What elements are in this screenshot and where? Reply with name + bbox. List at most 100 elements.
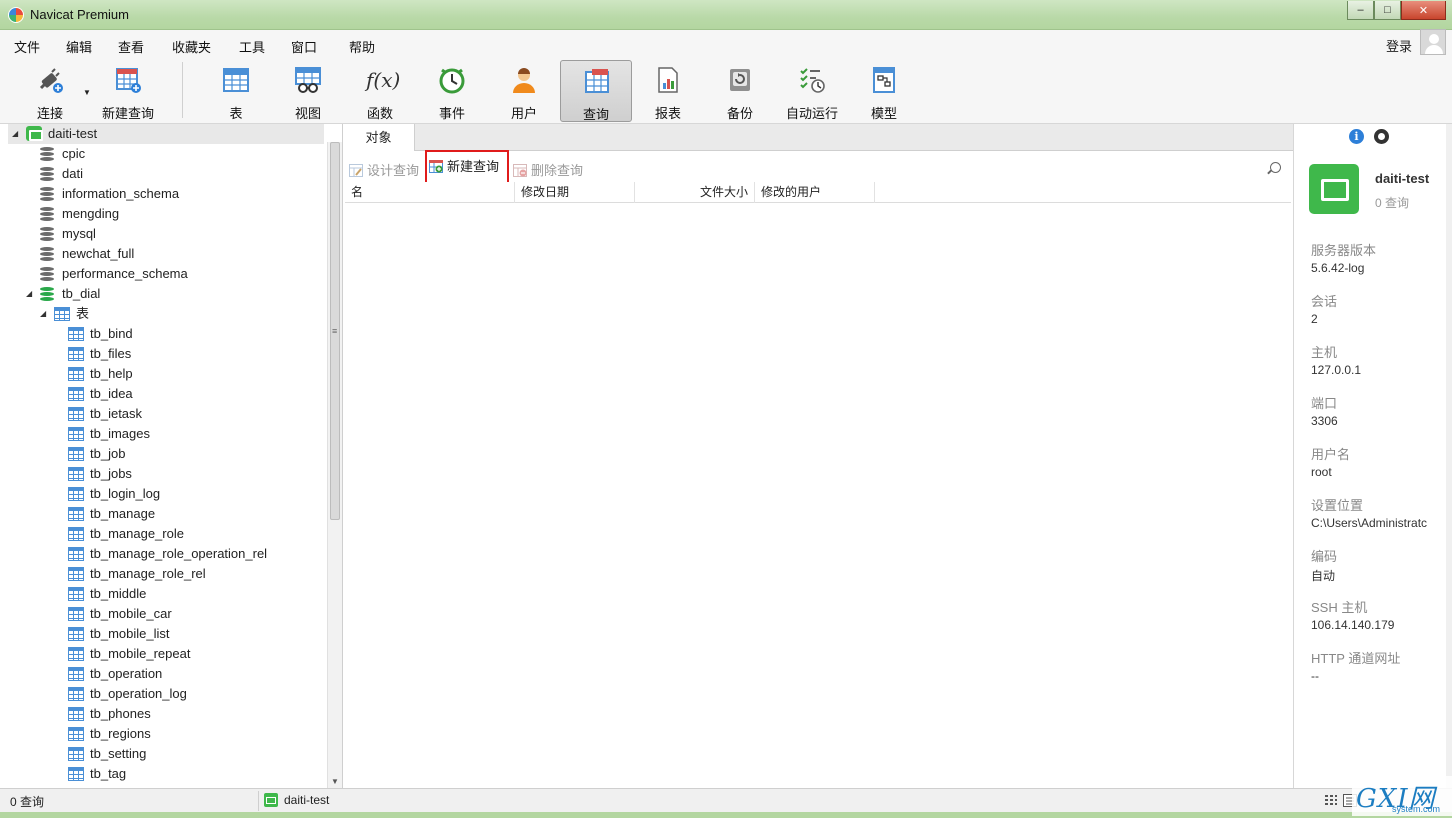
table-icon [68, 687, 84, 701]
collapse-icon[interactable]: ◢ [26, 284, 32, 304]
tree-table-label: tb_mobile_car [90, 606, 172, 621]
tree-table-item[interactable]: tb_help [68, 364, 320, 384]
object-list[interactable] [345, 204, 1291, 788]
tree-table-item[interactable]: tb_mobile_list [68, 624, 320, 644]
watermark-logo: GXI网 system.com [1352, 776, 1452, 816]
tree-table-item[interactable]: tb_idea [68, 384, 320, 404]
tree-table-item[interactable]: tb_job [68, 444, 320, 464]
toolbar-model-button[interactable]: 模型 [848, 60, 920, 122]
menu-window[interactable]: 窗口 [291, 37, 317, 56]
collapse-icon[interactable]: ◢ [40, 304, 46, 324]
tree-connection-label: daiti-test [48, 126, 98, 141]
tree-table-item[interactable]: tb_setting [68, 744, 320, 764]
info-scrollbar[interactable] [1446, 124, 1452, 788]
design-query-button[interactable]: 设计查询 [347, 161, 419, 181]
toolbar-new-query-button[interactable]: 新建查询 [92, 60, 164, 122]
tree-table-item[interactable]: tb_manage_role [68, 524, 320, 544]
tree-table-item[interactable]: tb_images [68, 424, 320, 444]
table-icon [68, 487, 84, 501]
tree-table-label: tb_mobile_repeat [90, 646, 191, 661]
menu-help[interactable]: 帮助 [349, 37, 375, 56]
login-link[interactable]: 登录 [1386, 36, 1412, 55]
tree-table-item[interactable]: tb_ietask [68, 404, 320, 424]
table-icon [68, 547, 84, 561]
toolbar-user-button[interactable]: 用户 [488, 60, 560, 122]
tree-table-label: tb_manage_role_operation_rel [90, 546, 268, 561]
tree-table-item[interactable]: tb_regions [68, 724, 320, 744]
info-property-value: 127.0.0.1 [1311, 363, 1362, 377]
tree-database[interactable]: mengding [40, 204, 320, 224]
watermark-subtext: system.com [1392, 804, 1441, 814]
tree-connection[interactable]: ◢ daiti-test [8, 124, 324, 144]
column-name[interactable]: 名 [345, 182, 515, 203]
tree-table-item[interactable]: tb_files [68, 344, 320, 364]
table-icon [68, 767, 84, 781]
info-property-value: root [1311, 465, 1332, 479]
toolbar-view-button[interactable]: 视图 [272, 60, 344, 122]
toolbar-function-button[interactable]: f(x) 函数 [344, 60, 416, 122]
toolbar-query-button[interactable]: 查询 [560, 60, 632, 122]
column-file-size[interactable]: 文件大小 [635, 182, 755, 203]
table-icon [68, 387, 84, 401]
toolbar-table-button[interactable]: 表 [200, 60, 272, 122]
tree-table-item[interactable]: tb_middle [68, 584, 320, 604]
column-modified-user[interactable]: 修改的用户 [755, 182, 875, 203]
minimize-button[interactable]: – [1347, 1, 1374, 20]
info-icon[interactable]: i [1349, 129, 1364, 144]
tree-table-item[interactable]: tb_mobile_car [68, 604, 320, 624]
toolbar-connect-button[interactable]: 连接 [14, 60, 86, 122]
tree-table-item[interactable]: tb_manage_role_rel [68, 564, 320, 584]
tree-table-item[interactable]: tb_jobs [68, 464, 320, 484]
preview-icon[interactable] [1374, 129, 1389, 144]
info-panel: i daiti-test 0 查询 服务器版本 5.6.42-log 会话 2 主机 12… [1293, 124, 1452, 788]
menu-favorites[interactable]: 收藏夹 [172, 37, 211, 56]
toolbar-schedule-button[interactable]: 自动运行 [776, 60, 848, 122]
grid-view-icon[interactable] [1324, 794, 1338, 807]
tree-tables-node[interactable]: ◢ 表 [40, 304, 320, 324]
menu-tools[interactable]: 工具 [239, 37, 265, 56]
toolbar-separator [182, 62, 183, 118]
table-icon [68, 407, 84, 421]
tree-table-item[interactable]: tb_bind [68, 324, 320, 344]
tree-database-open[interactable]: ◢ tb_dial [26, 284, 320, 304]
table-icon [68, 587, 84, 601]
tree-database[interactable]: information_schema [40, 184, 320, 204]
tree-table-item[interactable]: tb_manage [68, 504, 320, 524]
menu-view[interactable]: 查看 [118, 37, 144, 56]
search-icon[interactable] [1270, 162, 1281, 173]
new-query-button[interactable]: 新建查询 [425, 150, 509, 184]
tree-scrollbar[interactable]: ≡ ▼ [327, 142, 342, 788]
delete-query-button[interactable]: 删除查询 [511, 161, 583, 181]
menu-file[interactable]: 文件 [14, 37, 40, 56]
connect-dropdown-icon[interactable]: ▼ [83, 88, 91, 97]
tree-database[interactable]: newchat_full [40, 244, 320, 264]
navicat-logo-icon [8, 7, 24, 23]
tree-table-item[interactable]: tb_login_log [68, 484, 320, 504]
toolbar-backup-label: 备份 [726, 106, 753, 121]
tree-table-item[interactable]: tb_tag [68, 764, 320, 784]
toolbar-report-button[interactable]: 报表 [632, 60, 704, 122]
tree-table-item[interactable]: tb_mobile_repeat [68, 644, 320, 664]
status-connection-icon [264, 793, 278, 807]
collapse-icon[interactable]: ◢ [12, 124, 18, 144]
table-icon [68, 427, 84, 441]
tree-table-item[interactable]: tb_operation [68, 664, 320, 684]
scroll-down-icon[interactable]: ▼ [331, 777, 339, 786]
toolbar-backup-button[interactable]: 备份 [704, 60, 776, 122]
user-avatar-icon[interactable] [1420, 29, 1446, 55]
maximize-button[interactable]: □ [1374, 1, 1401, 20]
menu-edit[interactable]: 编辑 [66, 37, 92, 56]
tree-table-item[interactable]: tb_phones [68, 704, 320, 724]
tree-database[interactable]: performance_schema [40, 264, 320, 284]
toolbar-event-button[interactable]: 事件 [416, 60, 488, 122]
tree-table-item[interactable]: tb_operation_log [68, 684, 320, 704]
tree-database[interactable]: mysql [40, 224, 320, 244]
tree-table-label: tb_manage_role_rel [90, 566, 206, 581]
status-query-count: 0 查询 [10, 795, 45, 809]
tree-database[interactable]: dati [40, 164, 320, 184]
tab-objects[interactable]: 对象 [343, 124, 415, 151]
tree-table-item[interactable]: tb_manage_role_operation_rel [68, 544, 320, 564]
tree-database[interactable]: cpic [40, 144, 320, 164]
close-button[interactable]: ✕ [1401, 1, 1446, 20]
column-modified-date[interactable]: 修改日期 [515, 182, 635, 203]
